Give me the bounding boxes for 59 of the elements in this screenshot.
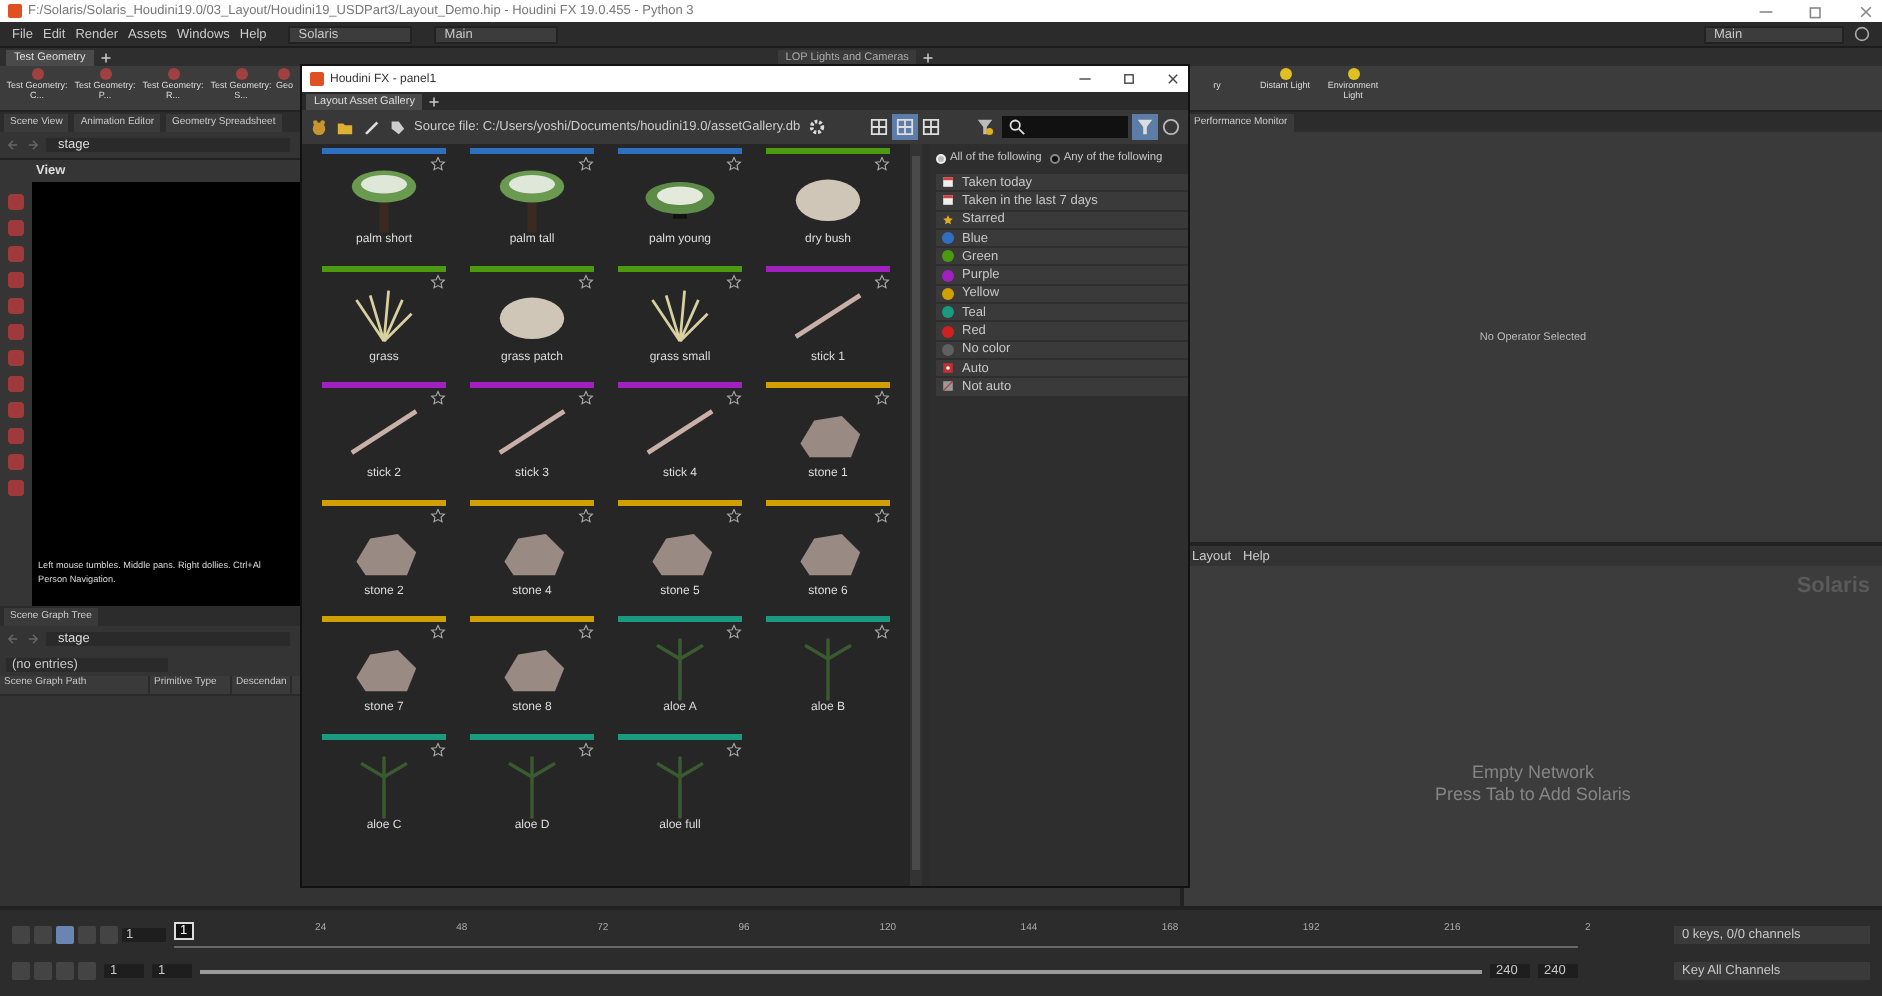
folder-icon[interactable] (336, 118, 354, 136)
medium-grid-icon[interactable] (896, 118, 914, 136)
star-icon[interactable] (726, 273, 742, 289)
star-icon[interactable] (430, 156, 446, 172)
large-grid-icon[interactable] (922, 118, 940, 136)
minimize-icon[interactable] (1078, 72, 1092, 86)
pencil-icon[interactable] (362, 118, 380, 136)
close-icon[interactable] (1166, 72, 1180, 86)
add-tab-icon[interactable] (922, 51, 935, 63)
app-logo-icon (310, 72, 324, 86)
tool-icon (167, 68, 179, 80)
search-field[interactable] (1002, 116, 1128, 138)
filter-star-icon[interactable] (976, 118, 994, 136)
star-icon[interactable] (726, 390, 742, 406)
tool-icon (31, 68, 43, 80)
star-icon[interactable] (874, 273, 890, 289)
star-icon[interactable] (430, 624, 446, 640)
star-icon[interactable] (430, 390, 446, 406)
star-icon[interactable] (874, 156, 890, 172)
star-icon (942, 213, 954, 226)
star-icon[interactable] (726, 507, 742, 523)
add-tab-icon[interactable] (99, 51, 112, 63)
star-icon[interactable] (578, 507, 594, 523)
bear-icon[interactable] (310, 118, 328, 136)
small-grid-icon[interactable] (870, 118, 888, 136)
star-icon[interactable] (578, 273, 594, 289)
empty-network-title: Empty Network (1471, 762, 1594, 784)
star-icon[interactable] (578, 156, 594, 172)
calendar-icon (942, 194, 954, 207)
empty-network-hint: Press Tab to Add Solaris (1435, 784, 1631, 806)
tool-icon (235, 68, 247, 80)
crossed-tag-icon (942, 380, 954, 393)
star-icon[interactable] (430, 273, 446, 289)
star-icon[interactable] (874, 390, 890, 406)
radio-button[interactable] (1049, 153, 1060, 163)
tag-icon (942, 362, 954, 375)
star-icon[interactable] (430, 507, 446, 523)
star-icon[interactable] (726, 624, 742, 640)
star-icon[interactable] (578, 390, 594, 406)
light-icon (1347, 68, 1359, 80)
app-logo-icon (8, 4, 22, 18)
search-icon (1008, 118, 1026, 136)
filter-icon[interactable] (1136, 118, 1154, 136)
calendar-icon (942, 176, 954, 189)
star-icon[interactable] (430, 741, 446, 757)
star-icon[interactable] (726, 156, 742, 172)
star-icon[interactable] (726, 741, 742, 757)
light-icon (1279, 68, 1291, 80)
star-icon[interactable] (874, 624, 890, 640)
add-tab-icon[interactable] (428, 95, 441, 107)
tool-icon (278, 68, 291, 80)
star-icon[interactable] (874, 507, 890, 523)
star-icon[interactable] (578, 741, 594, 757)
maximize-icon[interactable] (1122, 72, 1136, 86)
star-icon[interactable] (578, 624, 594, 640)
tool-icon (99, 68, 111, 80)
tag-icon[interactable] (388, 118, 406, 136)
restore-icon[interactable] (1808, 3, 1824, 19)
settings-icon[interactable] (808, 118, 827, 136)
